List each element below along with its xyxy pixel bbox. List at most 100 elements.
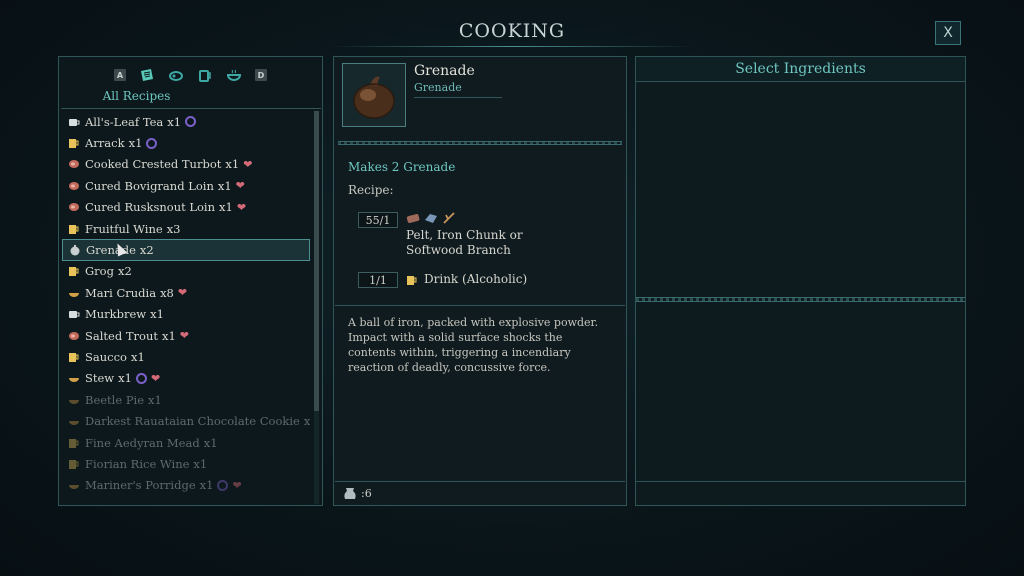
stew-icon xyxy=(68,394,80,406)
recipe-item[interactable]: Salted Trout x1 ❤ xyxy=(62,325,310,346)
recipe-name: Murkbrew xyxy=(85,307,147,322)
ingredients-footer-divider xyxy=(636,481,965,482)
item-portrait xyxy=(342,63,406,127)
drink-icon xyxy=(68,137,80,149)
recipe-item[interactable]: Mari Crudia x8 ❤ xyxy=(62,282,310,303)
meat-icon xyxy=(68,330,80,342)
recipe-name: Fine Aedyran Mead xyxy=(85,435,200,450)
ingredients-title: Select Ingredients xyxy=(735,61,866,77)
requirement-count: 55/1 xyxy=(358,212,398,228)
meat-icon xyxy=(68,201,80,213)
recipe-item[interactable]: Beetle Pie x1 xyxy=(62,389,310,410)
drink-icon xyxy=(68,223,80,235)
heart-badge-icon: ❤ xyxy=(177,286,188,300)
requirement-text: Pelt, Iron Chunk or Softwood Branch xyxy=(406,228,523,257)
recipe-quantity: x1 xyxy=(118,371,132,386)
recipe-item[interactable]: Fiorian Rice Wine x1 xyxy=(62,453,310,474)
recipe-item[interactable]: Cooked Crested Turbot x1 ❤ xyxy=(62,154,310,175)
recipe-name: Cured Rusksnout Loin xyxy=(85,200,216,215)
recipe-name: Darkest Rauataian Chocolate Cookie xyxy=(85,414,300,429)
branch-icon xyxy=(443,212,455,224)
recipe-item[interactable]: Fruitful Wine x3 xyxy=(62,218,310,239)
stock-value: :6 xyxy=(361,486,372,500)
iron-chunk-icon xyxy=(425,214,437,223)
requirement-row[interactable]: 1/1 Drink (Alcoholic) xyxy=(358,272,594,288)
recipe-list: All's-Leaf Tea x1 Arrack x1 Cooked Crested T… xyxy=(62,111,310,504)
footer-divider xyxy=(335,481,625,482)
inventory-pouch-icon xyxy=(344,488,356,499)
recipe-quantity: x1 xyxy=(128,136,143,151)
recipe-item[interactable]: Stew x1 ❤ xyxy=(62,368,310,389)
recipe-quantity: x1 xyxy=(199,478,214,493)
recipe-quantity: x1 xyxy=(148,392,162,407)
filter-bar: A D xyxy=(59,66,322,84)
heart-badge-icon: ❤ xyxy=(179,329,190,343)
recipe-detail-panel: Grenade Grenade Makes 2 Grenade Recipe: … xyxy=(333,56,627,506)
heart-badge-icon: ❤ xyxy=(150,371,161,385)
recipe-quantity: x1 xyxy=(219,200,233,215)
heart-badge-icon: ❤ xyxy=(243,157,253,171)
recipe-name: Cooked Crested Turbot xyxy=(85,157,222,172)
recipe-name: Arrack xyxy=(85,136,125,151)
drink-icon xyxy=(68,437,80,449)
drink-icon xyxy=(407,276,417,285)
recipe-name: Salted Trout xyxy=(85,328,158,343)
recipe-list-panel: A D All Recipes All's-Leaf Tea x1 Arrack x1… xyxy=(58,56,323,506)
recipe-item[interactable]: Grenade x2 xyxy=(62,239,310,261)
item-description: A ball of iron, packed with explosive po… xyxy=(348,316,599,374)
recipe-item[interactable]: Arrack x1 xyxy=(62,132,310,153)
recipe-item[interactable]: Cured Bovigrand Loin x1 ❤ xyxy=(62,175,310,196)
recipe-name: Mari Crudia xyxy=(85,285,157,300)
meat-icon[interactable] xyxy=(168,67,184,83)
requirement-count: 1/1 xyxy=(358,272,398,288)
close-button[interactable]: X xyxy=(935,21,961,45)
stew-icon xyxy=(68,287,80,299)
recipe-name: Stew xyxy=(85,371,115,386)
recipe-item[interactable]: Cured Rusksnout Loin x1 ❤ xyxy=(62,197,310,218)
recipe-item[interactable]: Mariner's Porridge x1 ❤ xyxy=(62,475,310,496)
recipe-item[interactable]: Grog x2 xyxy=(62,261,310,282)
recipe-quantity: x8 xyxy=(160,285,174,300)
recipe-scrollbar[interactable] xyxy=(314,111,319,504)
recipe-quantity: x1 xyxy=(203,435,218,450)
recipe-name: Cured Bovigrand Loin xyxy=(85,178,214,193)
header-divider xyxy=(338,141,622,145)
stock-count: :6 xyxy=(342,486,372,500)
recipe-name: Grenade xyxy=(86,243,136,258)
ether-badge-icon xyxy=(146,137,158,149)
recipe-item[interactable]: Murkbrew x1 xyxy=(62,304,310,325)
scroll-thumb[interactable] xyxy=(314,111,319,411)
heart-badge-icon: ❤ xyxy=(236,200,247,214)
recipe-item[interactable]: Darkest Rauataian Chocolate Cookiex1 xyxy=(62,410,310,431)
filter-divider xyxy=(61,108,321,109)
recipe-quantity: x2 xyxy=(117,264,132,279)
recipe-item[interactable]: Saucco x1 xyxy=(62,346,310,367)
drink-icon xyxy=(68,265,80,277)
recipe-name: Fruitful Wine xyxy=(85,221,163,236)
ether-badge-icon xyxy=(185,116,197,128)
makes-label: Makes 2 Grenade xyxy=(348,160,456,174)
recipe-quantity: x1 xyxy=(193,456,208,471)
recipe-quantity: x1 xyxy=(130,349,145,364)
stew-icon[interactable] xyxy=(226,67,242,83)
stew-icon xyxy=(68,479,80,491)
meat-icon xyxy=(68,180,80,192)
recipe-name: Grog xyxy=(85,264,114,279)
recipe-name: Mariner's Porridge xyxy=(85,478,196,493)
tea-icon xyxy=(68,308,80,320)
recipe-item[interactable]: All's-Leaf Tea x1 xyxy=(62,111,310,132)
requirement-row[interactable]: 55/1 Pelt, Iron Chunk or Softwood Branch xyxy=(358,212,576,258)
recipe-name: Saucco xyxy=(85,349,127,364)
drink-icon[interactable] xyxy=(197,67,213,83)
item-subtitle: Grenade xyxy=(414,81,462,94)
heart-badge-icon: ❤ xyxy=(232,478,242,492)
recipe-quantity: x2 xyxy=(139,243,154,258)
next-filter-key[interactable]: D xyxy=(255,69,267,81)
recipe-name: All's-Leaf Tea xyxy=(85,114,164,129)
prev-filter-key[interactable]: A xyxy=(114,69,126,81)
meat-icon xyxy=(68,158,80,170)
scroll-icon[interactable] xyxy=(139,67,155,83)
recipe-item[interactable]: Fine Aedyran Mead x1 xyxy=(62,432,310,453)
recipe-name: Fiorian Rice Wine xyxy=(85,456,190,471)
pelt-icon xyxy=(406,213,420,223)
